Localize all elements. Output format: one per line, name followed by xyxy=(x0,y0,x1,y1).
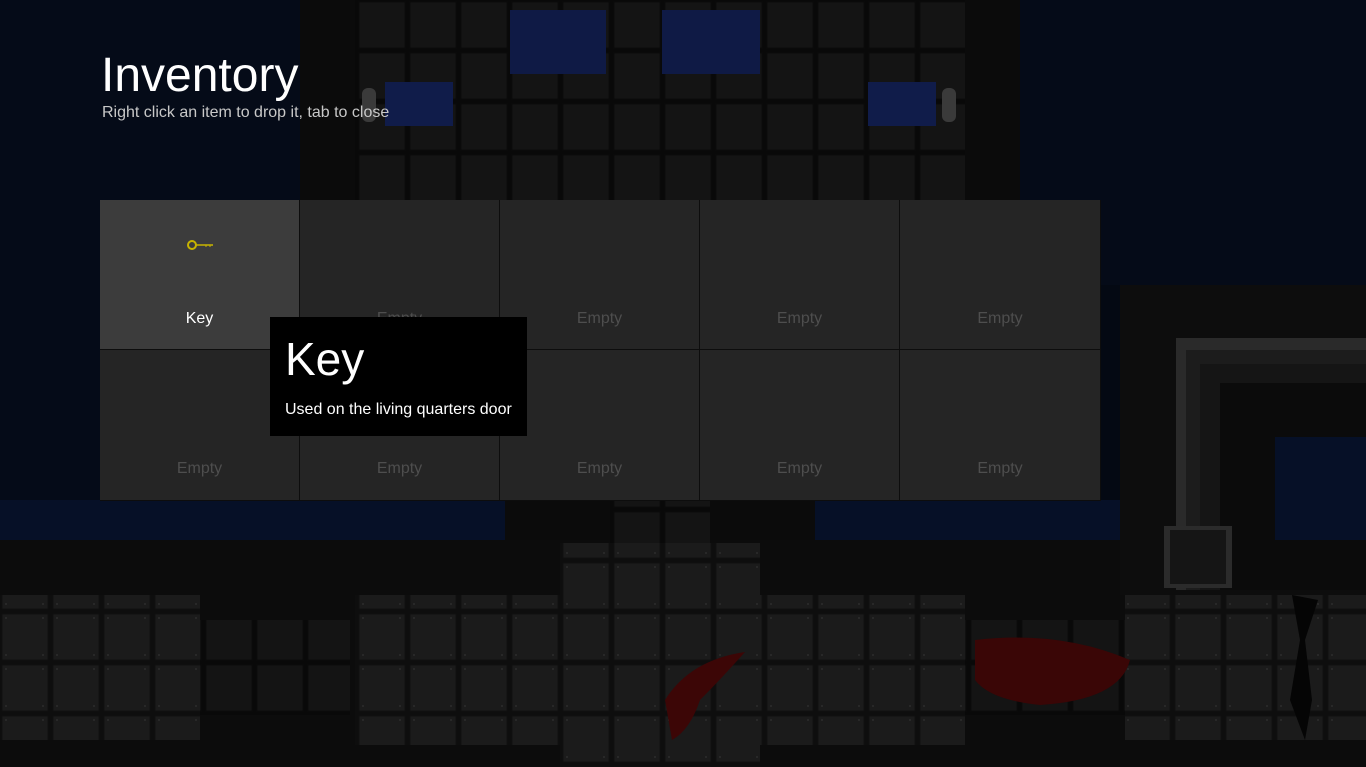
slot-label: Empty xyxy=(977,460,1023,477)
inventory-slot-9[interactable]: Empty xyxy=(700,350,900,501)
slot-label: Empty xyxy=(776,460,823,477)
inventory-instructions: Right click an item to drop it, tab to c… xyxy=(102,104,390,121)
slot-label: Empty xyxy=(977,310,1023,327)
key-icon xyxy=(187,240,213,250)
game-screen: Inventory Right click an item to drop it… xyxy=(0,0,1366,767)
tooltip-description: Used on the living quarters door xyxy=(285,401,512,418)
slot-label: Empty xyxy=(376,460,423,477)
slot-label: Empty xyxy=(576,460,623,477)
inventory-slot-8[interactable]: Empty xyxy=(500,350,700,501)
slot-label: Empty xyxy=(776,310,823,327)
inventory-slot-10[interactable]: Empty xyxy=(900,350,1101,501)
inventory-slot-5[interactable]: Empty xyxy=(900,200,1101,350)
inventory-title: Inventory xyxy=(101,49,299,102)
inventory-grid: Key Empty Empty Empty Empty Empty Empty … xyxy=(100,200,1101,501)
tooltip-title: Key xyxy=(285,333,365,385)
item-tooltip: Key Used on the living quarters door xyxy=(270,317,527,436)
slot-label: Empty xyxy=(176,460,223,477)
slot-label: Empty xyxy=(576,310,623,327)
inventory-slot-3[interactable]: Empty xyxy=(500,200,700,350)
inventory-slot-4[interactable]: Empty xyxy=(700,200,900,350)
